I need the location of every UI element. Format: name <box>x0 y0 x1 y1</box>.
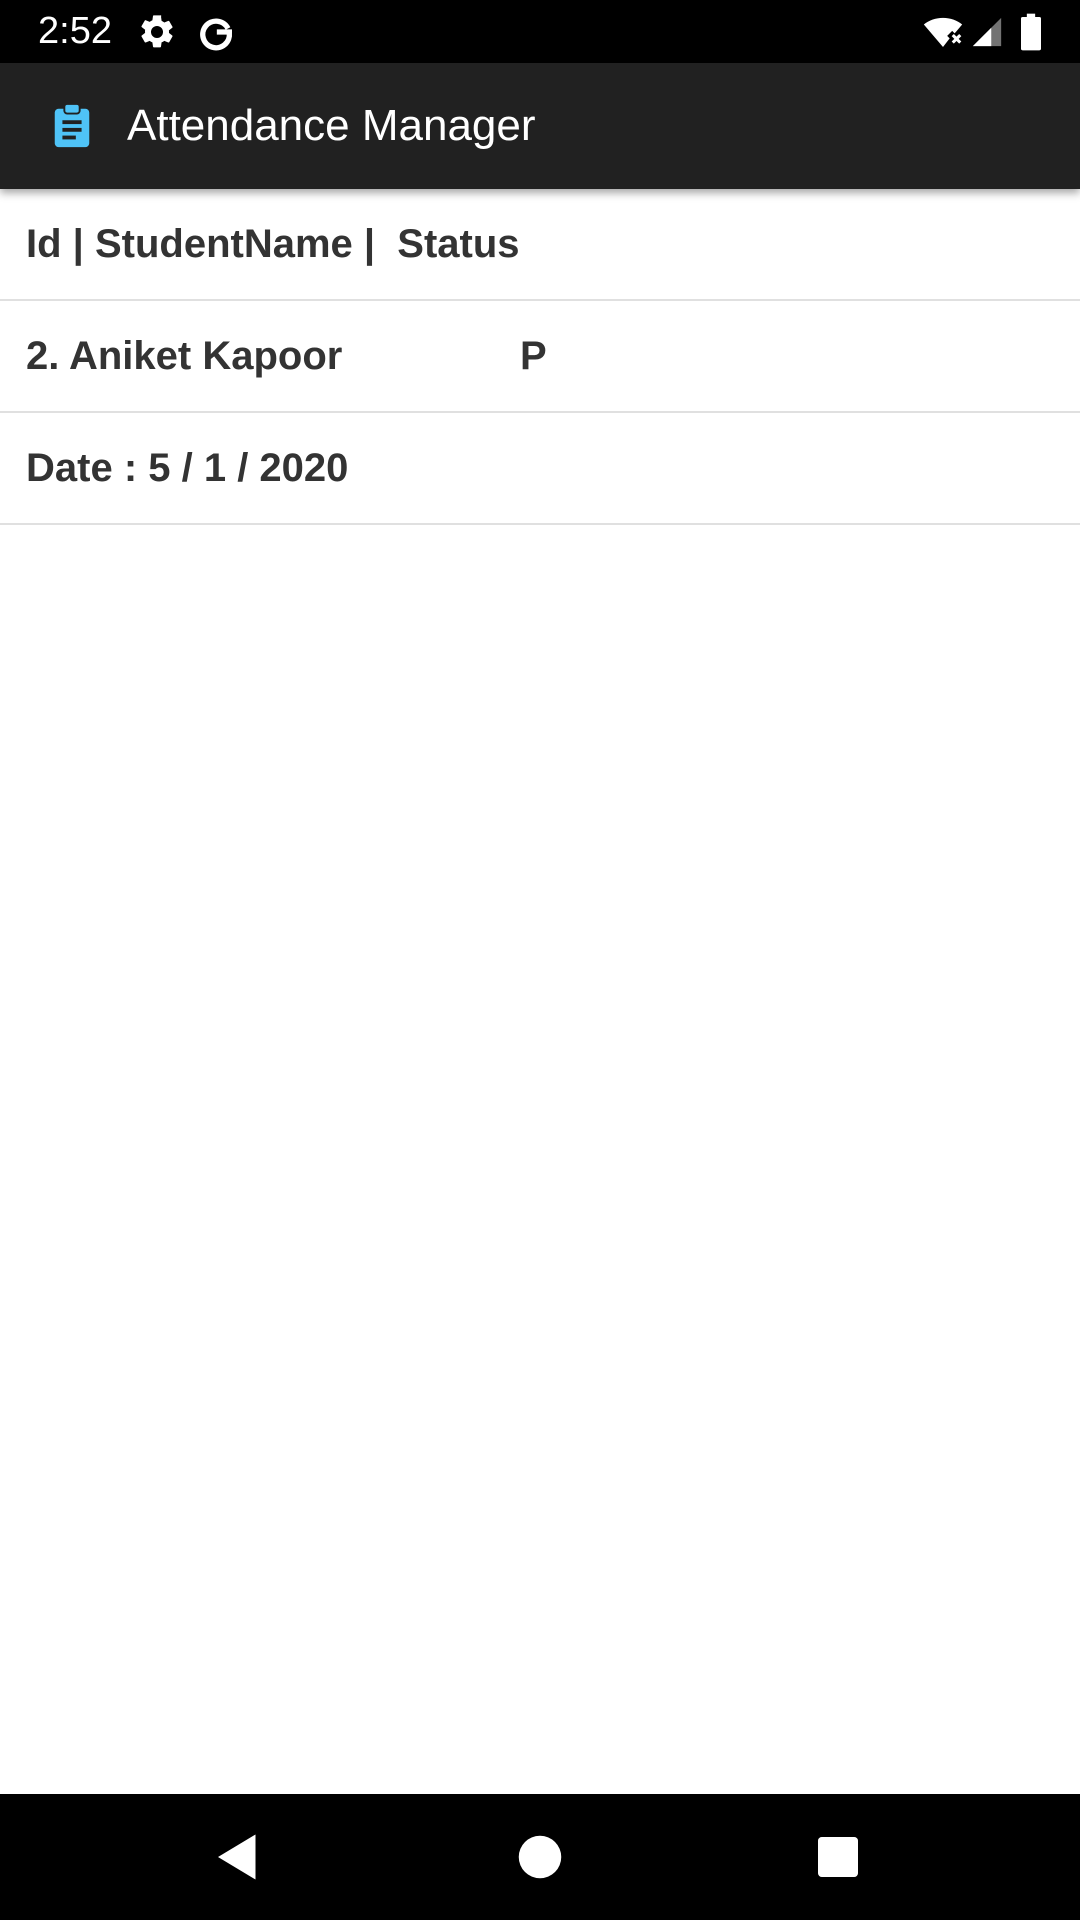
battery-icon <box>1021 13 1041 51</box>
back-icon[interactable] <box>208 1827 268 1887</box>
list-header: Id | StudentName | Status <box>26 222 520 266</box>
status-bar: 2:52 <box>0 0 1080 63</box>
app-bar: Attendance Manager <box>0 63 1080 189</box>
attendance-date: Date : 5 / 1 / 2020 <box>26 446 349 490</box>
clipboard-icon <box>54 103 90 148</box>
google-icon <box>200 18 233 51</box>
student-name: 2. Aniket Kapoor <box>26 334 343 378</box>
signal-icon <box>972 17 1002 47</box>
list-item[interactable]: 2. Aniket Kapoor P <box>0 301 1080 413</box>
app-title: Attendance Manager <box>127 101 536 150</box>
wifi-icon <box>923 17 963 47</box>
status-time: 2:52 <box>38 10 112 52</box>
recents-icon[interactable] <box>808 1827 868 1887</box>
list-header-row: Id | StudentName | Status <box>0 189 1080 301</box>
settings-icon <box>141 15 173 48</box>
attendance-list: Id | StudentName | Status 2. Aniket Kapo… <box>0 189 1080 525</box>
attendance-status: P <box>520 334 547 378</box>
screen: 2:52 Attendance Manager Id | StudentName… <box>0 0 1080 1920</box>
navigation-bar <box>0 1794 1080 1920</box>
home-icon[interactable] <box>510 1827 570 1887</box>
date-row: Date : 5 / 1 / 2020 <box>0 413 1080 525</box>
